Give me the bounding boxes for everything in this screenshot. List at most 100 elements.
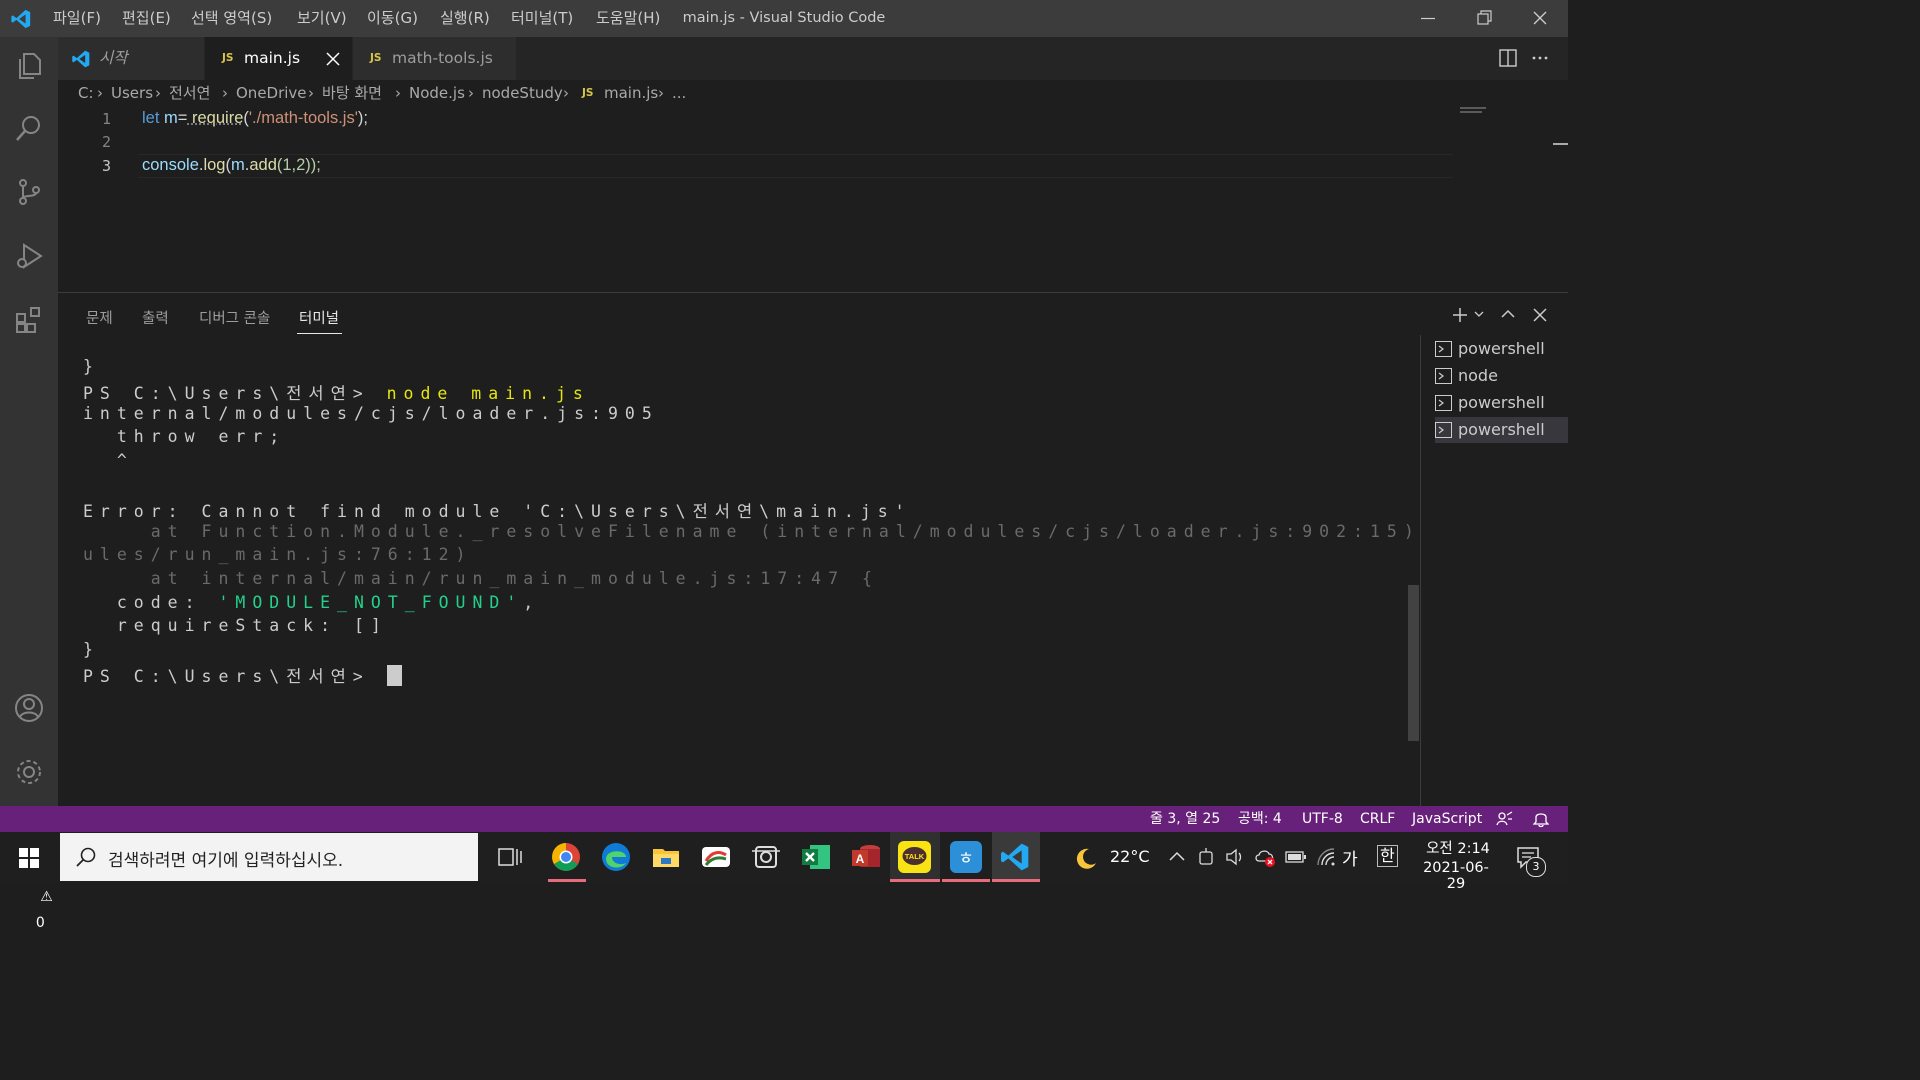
punctuation-token: );: [357, 109, 368, 127]
hangul-icon[interactable]: ㅎ: [950, 841, 982, 873]
terminal-instance-selected[interactable]: powershell: [1435, 417, 1568, 443]
terminal-instance[interactable]: node: [1435, 363, 1568, 389]
language-mode[interactable]: JavaScript: [1412, 806, 1482, 832]
cursor-position[interactable]: 줄 3, 열 25: [1150, 806, 1220, 832]
moon-weather-icon[interactable]: [1074, 846, 1098, 870]
snipping-icon[interactable]: [750, 841, 782, 873]
breadcrumb-item[interactable]: 바탕 화면: [322, 80, 382, 106]
breadcrumb-item[interactable]: 전서연: [169, 80, 210, 106]
terminal-instance-label: powershell: [1458, 339, 1545, 358]
terminal-instance[interactable]: powershell: [1435, 336, 1568, 362]
running-indicator: [942, 879, 990, 882]
source-control-button[interactable]: [0, 163, 58, 221]
maximize-panel-icon[interactable]: [1501, 308, 1515, 320]
terminal-line: }: [83, 640, 100, 659]
run-debug-button[interactable]: [0, 227, 58, 285]
manage-button[interactable]: [0, 743, 58, 801]
terminal-instance[interactable]: powershell: [1435, 390, 1568, 416]
accounts-button[interactable]: [0, 679, 58, 737]
line-number: 2: [101, 133, 111, 151]
cloud-error-icon[interactable]: [1254, 847, 1278, 869]
function-token: log: [203, 156, 226, 174]
running-indicator: [992, 879, 1040, 882]
file-explorer-icon[interactable]: [650, 841, 682, 873]
battery-icon[interactable]: [1285, 850, 1307, 864]
menu-run[interactable]: 실행(R): [440, 0, 490, 37]
menu-help[interactable]: 도움말(H): [596, 0, 660, 37]
menu-terminal[interactable]: 터미널(T): [511, 0, 573, 37]
tab-output[interactable]: 출력: [142, 307, 169, 328]
js-file-icon: JS: [222, 52, 234, 64]
menu-file[interactable]: 파일(F): [53, 0, 101, 37]
more-actions-icon[interactable]: [1531, 49, 1549, 67]
clock-date[interactable]: 2021-06-29: [1414, 860, 1498, 892]
tab-main-js[interactable]: JS main.js: [205, 37, 352, 80]
bell-icon[interactable]: [1533, 810, 1549, 828]
extensions-button[interactable]: [0, 291, 58, 349]
new-terminal-icon[interactable]: [1452, 307, 1468, 323]
terminal-view[interactable]: } PS C:\Users\전서연> node main.js internal…: [58, 337, 1414, 807]
menu-edit[interactable]: 편집(E): [122, 0, 171, 37]
breadcrumb-item[interactable]: Node.js: [409, 80, 465, 106]
menu-view[interactable]: 보기(V): [297, 0, 347, 37]
variable-token: m: [231, 156, 245, 174]
chevron-right-icon: ›: [97, 84, 103, 102]
device-icon[interactable]: [1197, 847, 1215, 867]
gear-icon: [17, 760, 41, 784]
problems-indicator[interactable]: ⓧ 0 ⚠ 0: [18, 806, 53, 962]
access-icon[interactable]: A: [850, 841, 882, 873]
minimap[interactable]: [1458, 106, 1554, 120]
encoding[interactable]: UTF-8: [1302, 806, 1343, 832]
chevron-up-icon[interactable]: [1169, 851, 1185, 861]
tab-label: main.js: [244, 49, 301, 67]
volume-icon[interactable]: [1225, 848, 1245, 866]
split-editor-icon[interactable]: [1499, 49, 1517, 67]
tab-terminal[interactable]: 터미널: [299, 307, 339, 328]
restore-button[interactable]: [1456, 0, 1512, 37]
terminal-line: code: 'MODULE_NOT_FOUND',: [83, 593, 541, 612]
breadcrumb-item[interactable]: nodeStudy: [482, 80, 563, 106]
tab-problems[interactable]: 문제: [86, 307, 113, 328]
ime-mode-indicator[interactable]: 가: [1342, 845, 1358, 870]
feedback-icon[interactable]: [1496, 811, 1513, 827]
vscode-icon[interactable]: [999, 841, 1031, 873]
breadcrumb-item[interactable]: Users: [111, 80, 153, 106]
edge-icon[interactable]: [600, 841, 632, 873]
breadcrumb-item[interactable]: C:: [78, 80, 94, 106]
terminal-scrollbar[interactable]: [1408, 585, 1419, 741]
run-debug-icon: [17, 243, 43, 269]
terminal-line: ules/run_main.js:76:12): [83, 545, 473, 564]
windows-start-icon[interactable]: [19, 848, 39, 868]
code-editor[interactable]: 1 2 3 let m= require('./math-tools.js');…: [58, 106, 1568, 291]
menu-selection[interactable]: 선택 영역(S): [191, 0, 272, 37]
end-of-line[interactable]: CRLF: [1360, 806, 1395, 832]
breadcrumb-item[interactable]: ...: [672, 80, 686, 106]
close-window-button[interactable]: [1512, 0, 1568, 37]
clock-time[interactable]: 오전 2:14: [1418, 837, 1498, 858]
chrome-icon[interactable]: [550, 841, 582, 873]
app-icon[interactable]: [700, 841, 732, 873]
excel-icon[interactable]: [800, 841, 832, 873]
explorer-button[interactable]: [0, 37, 58, 95]
breadcrumb-item[interactable]: OneDrive: [236, 80, 307, 106]
close-icon[interactable]: [326, 52, 340, 66]
tab-debug-console[interactable]: 디버그 콘솔: [199, 307, 270, 328]
vscode-logo-icon: [72, 50, 90, 68]
minimize-button[interactable]: [1400, 0, 1456, 37]
weather-temperature[interactable]: 22°C: [1110, 847, 1150, 866]
breadcrumb-item[interactable]: main.js: [604, 80, 658, 106]
ime-language-indicator[interactable]: 한: [1377, 845, 1398, 867]
search-view-button[interactable]: [0, 99, 58, 157]
menu-go[interactable]: 이동(G): [367, 0, 418, 37]
kakaotalk-icon[interactable]: TALK: [898, 841, 931, 873]
wifi-icon[interactable]: [1316, 847, 1336, 867]
tab-math-tools-js[interactable]: JS math-tools.js: [353, 37, 516, 80]
indentation[interactable]: 공백: 4: [1238, 806, 1282, 832]
terminal-line: Error: Cannot find module 'C:\Users\전서연\…: [83, 502, 912, 521]
tab-welcome[interactable]: 시작: [58, 37, 204, 80]
task-view-icon[interactable]: [498, 846, 522, 868]
close-panel-icon[interactable]: [1533, 308, 1547, 322]
search-placeholder: 검색하려면 여기에 입력하십시오.: [108, 851, 344, 871]
chevron-down-icon[interactable]: [1474, 311, 1484, 319]
taskbar-search-box[interactable]: 검색하려면 여기에 입력하십시오.: [60, 833, 478, 881]
